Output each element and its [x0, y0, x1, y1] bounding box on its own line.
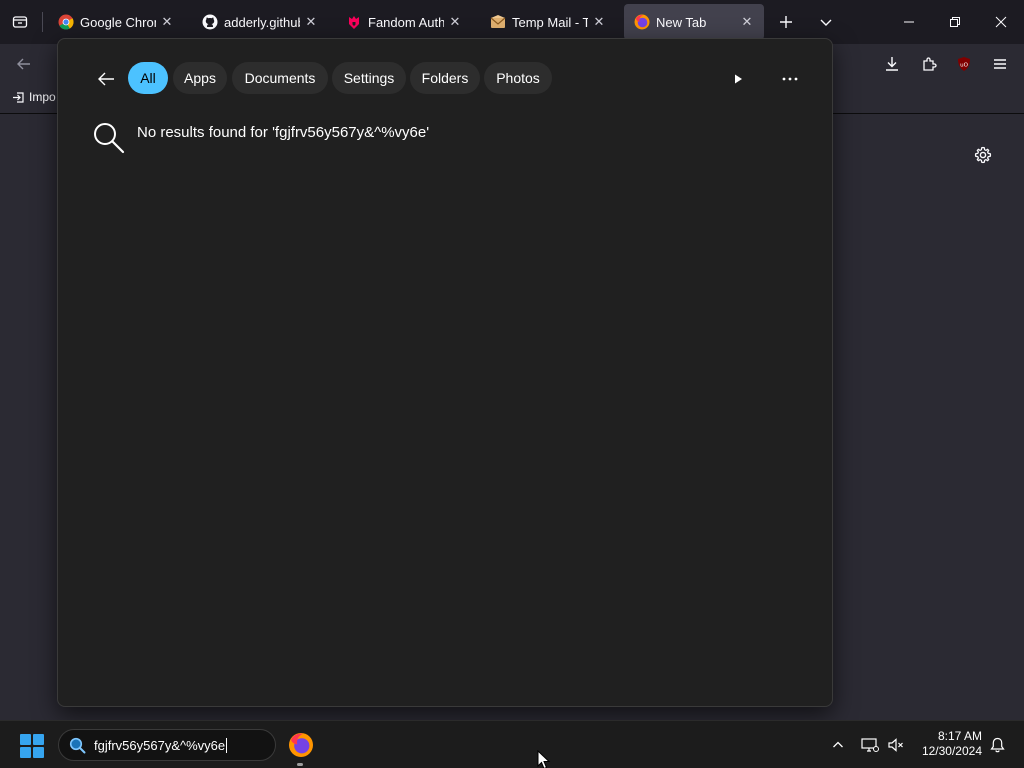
tab-title: adderly.github.io: [224, 14, 300, 30]
arrow-left-icon: [17, 58, 30, 70]
import-bookmarks-item[interactable]: Impo: [12, 90, 56, 104]
volume-button[interactable]: [884, 721, 908, 768]
restore-button[interactable]: [932, 0, 978, 44]
clock-time: 8:17 AM: [937, 729, 982, 743]
text-caret: [226, 737, 228, 753]
taskbar-search-input[interactable]: fgjfrv56y567y&^%vy6e: [94, 738, 225, 753]
github-icon: [202, 14, 218, 30]
customize-new-tab-button[interactable]: [972, 144, 994, 166]
start-button[interactable]: [20, 734, 44, 758]
notifications-button[interactable]: [986, 721, 1008, 768]
tab-title: Temp Mail - Temp: [512, 14, 588, 30]
extensions-button[interactable]: [915, 50, 943, 78]
windows-logo-icon: [20, 734, 31, 745]
ublock-origin-icon: uO: [958, 57, 970, 71]
minimize-icon: [904, 21, 914, 23]
import-bookmarks-label: Impo: [29, 90, 56, 104]
import-icon: [13, 91, 24, 103]
back-button[interactable]: [10, 50, 38, 78]
tab-close-icon[interactable]: ✕: [740, 14, 754, 29]
tab-close-icon[interactable]: ✕: [304, 14, 318, 29]
firefox-icon: [634, 14, 650, 30]
tab-title: New Tab: [656, 14, 707, 30]
network-disconnected-icon: [861, 738, 879, 752]
mouse-cursor-icon: [537, 750, 551, 768]
network-status-button[interactable]: [858, 721, 882, 768]
running-app-indicator: [297, 763, 303, 766]
tab-temp-mail[interactable]: Temp Mail - Temp ✕: [480, 4, 616, 40]
app-menu-button[interactable]: [986, 50, 1014, 78]
filter-all[interactable]: All: [128, 62, 168, 94]
close-window-button[interactable]: [978, 0, 1024, 44]
ublock-button[interactable]: uO: [950, 50, 978, 78]
tab-close-icon[interactable]: ✕: [160, 14, 174, 29]
windows-logo-icon: [33, 747, 44, 758]
taskbar-search-box[interactable]: fgjfrv56y567y&^%vy6e: [58, 729, 276, 761]
chevron-down-icon: [820, 19, 832, 26]
filter-photos[interactable]: Photos: [484, 62, 552, 94]
play-icon: [735, 74, 742, 84]
windows-search-flyout: All Apps Documents Settings Folders Phot…: [57, 38, 833, 707]
firefox-taskbar-icon[interactable]: [288, 732, 314, 758]
arrow-left-icon: [98, 72, 114, 86]
minimize-button[interactable]: [886, 0, 932, 44]
clock-date: 12/30/2024: [921, 744, 982, 758]
filter-documents[interactable]: Documents: [232, 62, 328, 94]
chevron-up-icon: [833, 741, 843, 748]
search-icon: [69, 737, 86, 753]
tab-google-chrome[interactable]: Google Chrome ✕: [48, 4, 184, 40]
search-options-button[interactable]: [776, 65, 804, 93]
speaker-muted-icon: [888, 738, 903, 752]
svg-text:uO: uO: [960, 63, 968, 69]
search-icon: [94, 123, 125, 154]
downloads-button[interactable]: [878, 50, 906, 78]
tab-close-icon[interactable]: ✕: [592, 14, 606, 29]
tab-fandom-auth[interactable]: Fandom Auth ✕: [336, 4, 472, 40]
fandom-icon: [346, 14, 362, 30]
close-icon: [995, 16, 1007, 28]
more-filters-button[interactable]: [724, 65, 752, 93]
download-icon: [886, 57, 898, 71]
tab-title: Google Chrome: [80, 14, 156, 30]
windows-logo-icon: [33, 734, 44, 745]
filter-settings[interactable]: Settings: [332, 62, 406, 94]
firefox-view-button[interactable]: [0, 0, 40, 44]
tab-new-tab[interactable]: New Tab ✕: [624, 4, 764, 40]
hamburger-menu-icon: [994, 59, 1006, 69]
tab-adderly-github[interactable]: adderly.github.io ✕: [192, 4, 328, 40]
plus-icon: [780, 16, 792, 28]
tab-title: Fandom Auth: [368, 14, 444, 30]
filter-apps[interactable]: Apps: [173, 62, 227, 94]
windows-logo-icon: [20, 747, 31, 758]
tab-separator: [42, 12, 43, 32]
show-hidden-icons-button[interactable]: [826, 721, 850, 768]
mail-icon: [490, 14, 506, 30]
no-results-message: No results found for 'fgjfrv56y567y&^%vy…: [137, 124, 430, 141]
tab-close-icon[interactable]: ✕: [448, 14, 462, 29]
more-dots-icon: [782, 77, 798, 81]
gear-icon: [974, 146, 992, 164]
taskbar-clock[interactable]: 8:17 AM 12/30/2024: [912, 729, 982, 759]
taskbar: fgjfrv56y567y&^%vy6e 8:17 AM 12/30/2024: [0, 720, 1024, 768]
restore-icon: [950, 17, 960, 27]
bell-icon: [989, 737, 1005, 753]
filter-folders[interactable]: Folders: [410, 62, 480, 94]
search-back-button[interactable]: [92, 65, 120, 93]
chrome-icon: [58, 14, 74, 30]
puzzle-icon: [923, 57, 937, 71]
tab-list-icon: [12, 16, 28, 28]
